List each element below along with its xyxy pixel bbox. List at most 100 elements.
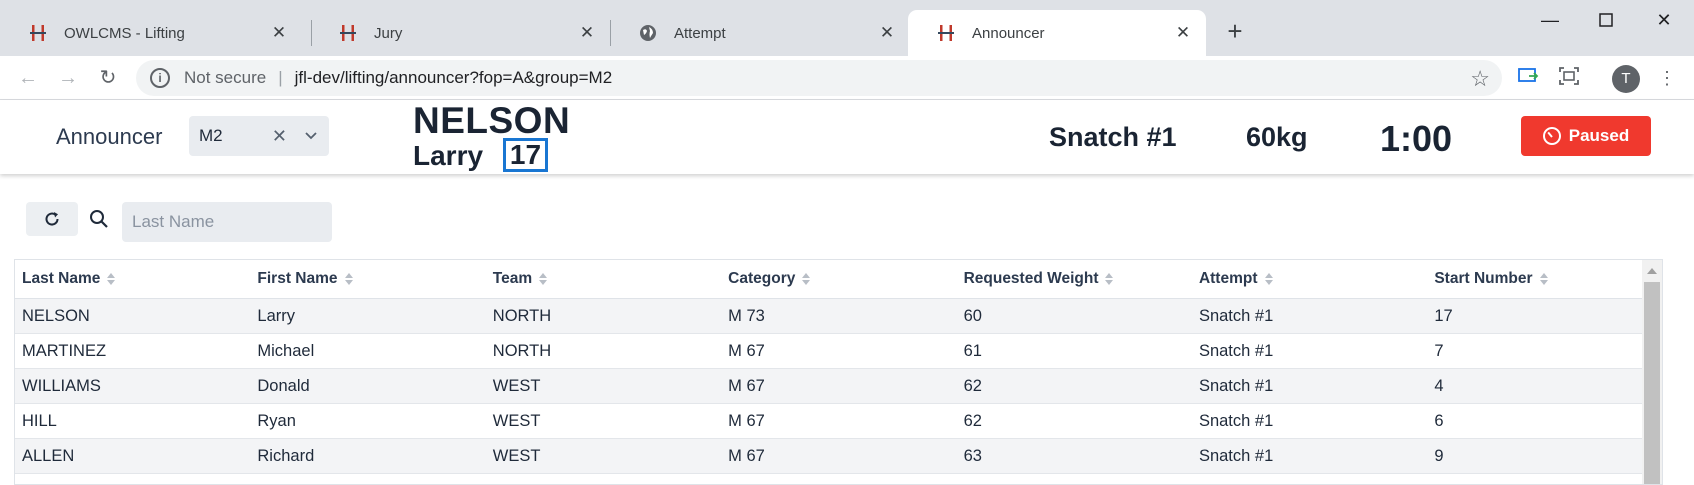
current-athlete-first-name: Larry bbox=[413, 140, 484, 171]
close-icon[interactable]: ✕ bbox=[1174, 24, 1192, 42]
attempt-clock: 1:00 bbox=[1380, 118, 1453, 159]
back-arrow-icon[interactable]: ← bbox=[16, 66, 40, 90]
bookmark-star-icon[interactable]: ☆ bbox=[1470, 66, 1490, 92]
table-cell: 62 bbox=[963, 377, 982, 395]
table-cell: HILL bbox=[22, 412, 57, 430]
tab-label: Jury bbox=[374, 24, 403, 42]
table-cell: Snatch #1 bbox=[1198, 342, 1274, 360]
maximize-icon[interactable] bbox=[1594, 8, 1618, 32]
screen-capture-icon[interactable] bbox=[1556, 66, 1582, 90]
sort-icon[interactable] bbox=[802, 272, 811, 286]
announcer-header: Announcer M2 ✕ NELSON Larry 17 Snatch #1… bbox=[0, 100, 1694, 174]
menu-kebab-icon[interactable]: ⋮ bbox=[1654, 66, 1680, 90]
column-label: Requested Weight bbox=[963, 270, 1099, 287]
column-label: Start Number bbox=[1434, 270, 1533, 287]
table-row[interactable]: WILLIAMS Donald WEST M 67 62 Snatch #1 4 bbox=[15, 369, 1662, 404]
table-row[interactable]: NELSON Larry NORTH M 73 60 Snatch #1 17 bbox=[15, 299, 1662, 334]
table-cell: 4 bbox=[1434, 377, 1444, 395]
table-cell: ALLEN bbox=[22, 447, 75, 465]
table-cell: Larry bbox=[257, 307, 295, 325]
close-icon[interactable]: ✕ bbox=[578, 24, 596, 42]
lifters-grid: Last Name First Name Team Category Reque… bbox=[14, 259, 1663, 485]
browser-toolbar: ← → ↻ i Not secure | jfl-dev/lifting/ann… bbox=[0, 56, 1694, 100]
new-tab-plus-icon[interactable]: + bbox=[1223, 18, 1247, 46]
owlcms-icon bbox=[28, 23, 48, 43]
profile-avatar[interactable]: T bbox=[1612, 65, 1640, 93]
table-cell: Donald bbox=[257, 377, 310, 395]
tab-jury[interactable]: Jury ✕ bbox=[310, 10, 610, 56]
start-number-badge: 17 bbox=[503, 138, 548, 172]
table-cell: 61 bbox=[963, 342, 982, 360]
table-cell: Richard bbox=[257, 447, 315, 465]
column-label: Team bbox=[492, 270, 533, 287]
reload-icon[interactable]: ↻ bbox=[96, 66, 120, 90]
table-row[interactable]: ALLEN Richard WEST M 67 63 Snatch #1 9 bbox=[15, 439, 1662, 474]
scroll-up-arrow-icon[interactable] bbox=[1647, 268, 1657, 274]
paused-label: Paused bbox=[1568, 126, 1630, 145]
table-cell: WEST bbox=[492, 447, 541, 465]
group-select-value: M2 bbox=[199, 126, 223, 145]
paused-button[interactable]: Paused bbox=[1521, 116, 1651, 156]
page-title: Announcer bbox=[56, 124, 163, 149]
clear-icon[interactable]: ✕ bbox=[272, 116, 287, 156]
refresh-icon bbox=[45, 212, 59, 226]
cast-icon[interactable] bbox=[1515, 66, 1541, 90]
column-header-first-name[interactable]: First Name bbox=[250, 260, 485, 298]
tab-attempt[interactable]: Attempt ✕ bbox=[610, 10, 910, 56]
table-cell: NELSON bbox=[22, 307, 90, 325]
table-cell: M 67 bbox=[728, 377, 765, 395]
table-row[interactable]: HILL Ryan WEST M 67 62 Snatch #1 6 bbox=[15, 404, 1662, 439]
table-cell: M 67 bbox=[728, 342, 765, 360]
sort-icon[interactable] bbox=[1105, 272, 1114, 286]
owlcms-icon bbox=[338, 23, 358, 43]
refresh-button[interactable] bbox=[26, 202, 78, 236]
column-label: First Name bbox=[257, 270, 338, 287]
column-header-start-number[interactable]: Start Number bbox=[1427, 260, 1662, 298]
table-cell: 60 bbox=[963, 307, 982, 325]
grid-scrollbar[interactable] bbox=[1642, 260, 1662, 484]
sort-icon[interactable] bbox=[1264, 272, 1274, 286]
security-indicator: Not secure bbox=[184, 68, 267, 87]
tab-owlcms-lifting[interactable]: OWLCMS - Lifting ✕ bbox=[0, 10, 302, 56]
table-cell: 63 bbox=[963, 447, 982, 465]
current-attempt: Snatch #1 bbox=[1049, 122, 1177, 152]
requested-weight: 60kg bbox=[1246, 122, 1308, 152]
table-cell: 17 bbox=[1434, 307, 1453, 325]
column-header-category[interactable]: Category bbox=[721, 260, 956, 298]
timer-icon bbox=[1542, 127, 1561, 145]
tab-label: Attempt bbox=[674, 24, 726, 42]
grid-header: Last Name First Name Team Category Reque… bbox=[15, 260, 1662, 299]
sort-icon[interactable] bbox=[344, 272, 354, 286]
table-cell: Snatch #1 bbox=[1198, 412, 1274, 430]
minimize-icon[interactable]: — bbox=[1538, 8, 1562, 32]
column-header-attempt[interactable]: Attempt bbox=[1192, 260, 1427, 298]
table-cell: 7 bbox=[1434, 342, 1444, 360]
sort-icon[interactable] bbox=[1539, 272, 1549, 286]
window-close-icon[interactable]: ✕ bbox=[1652, 8, 1676, 32]
address-bar[interactable]: i Not secure | jfl-dev/lifting/announcer… bbox=[136, 60, 1502, 96]
sort-icon[interactable] bbox=[107, 272, 116, 286]
table-cell: MARTINEZ bbox=[22, 342, 107, 360]
scrollbar-thumb[interactable] bbox=[1644, 282, 1660, 484]
column-header-requested-weight[interactable]: Requested Weight bbox=[957, 260, 1192, 298]
table-row[interactable]: MARTINEZ Michael NORTH M 67 61 Snatch #1 7 bbox=[15, 334, 1662, 369]
last-name-search-input[interactable] bbox=[122, 202, 332, 242]
table-cell: WEST bbox=[492, 412, 541, 430]
close-icon[interactable]: ✕ bbox=[878, 24, 896, 42]
chevron-down-icon[interactable] bbox=[305, 116, 317, 156]
column-header-last-name[interactable]: Last Name bbox=[15, 260, 250, 298]
tab-announcer[interactable]: Announcer ✕ bbox=[908, 10, 1206, 56]
table-cell: Snatch #1 bbox=[1198, 447, 1274, 465]
table-cell: Michael bbox=[257, 342, 315, 360]
info-icon[interactable]: i bbox=[150, 68, 170, 88]
forward-arrow-icon[interactable]: → bbox=[56, 66, 80, 90]
close-icon[interactable]: ✕ bbox=[270, 24, 288, 42]
current-athlete-last-name: NELSON bbox=[413, 100, 571, 141]
owlcms-icon bbox=[936, 23, 956, 43]
group-select[interactable]: M2 ✕ bbox=[189, 116, 329, 156]
table-cell: 9 bbox=[1434, 447, 1444, 465]
url-text: jfl-dev/lifting/announcer?fop=A&group=M2 bbox=[294, 68, 613, 87]
column-header-team[interactable]: Team bbox=[486, 260, 721, 298]
table-cell: Snatch #1 bbox=[1198, 307, 1274, 325]
sort-icon[interactable] bbox=[539, 272, 548, 286]
